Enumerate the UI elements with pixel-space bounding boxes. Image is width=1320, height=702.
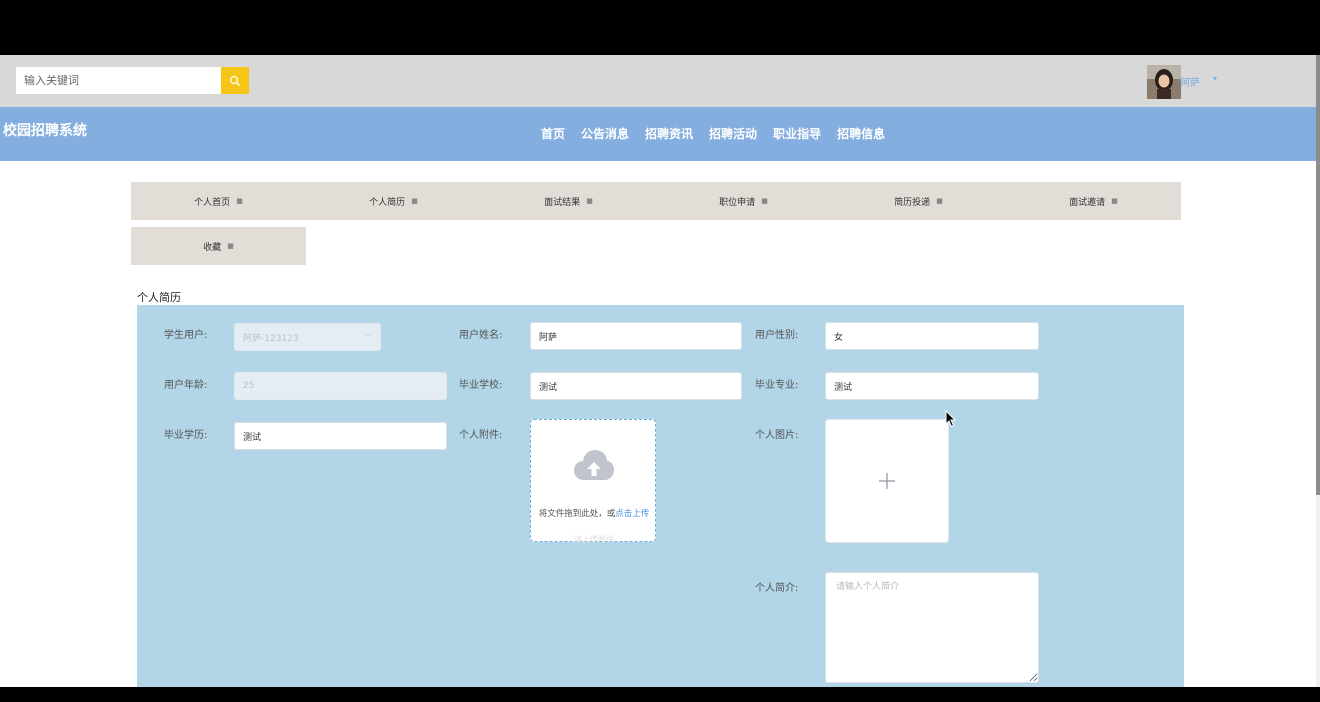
sub-menu-label: 职位申请: [719, 197, 756, 208]
sub-menu-item-job-applications[interactable]: 职位申请 ■: [656, 182, 831, 220]
chevron-down-icon[interactable]: ▾: [1213, 74, 1217, 83]
plus-icon: [879, 473, 895, 489]
photo-label: 个人图片:: [755, 430, 799, 441]
page: 阿萨 ▾ 校园招聘系统 首页 公告消息 招聘资讯 招聘活动 职业指导 招聘信息 …: [0, 55, 1320, 687]
sub-menu-label: 面试邀请: [1069, 197, 1106, 208]
attachment-label: 个人附件:: [459, 430, 503, 441]
sub-menu: 个人首页 ■ 个人简历 ■ 面试结果 ■ 职位申请 ■ 简历投递 ■ 面试邀请 ■: [131, 182, 1181, 220]
nav-item-announcements[interactable]: 公告消息: [573, 125, 637, 142]
user-name[interactable]: 阿萨: [1180, 74, 1200, 89]
student-user-select[interactable]: 阿萨-123123 ﹀: [234, 323, 381, 351]
major-field[interactable]: 测试: [825, 372, 1039, 400]
menu-item-icon: ■: [411, 197, 418, 205]
sub-menu-item-favorites[interactable]: 收藏 ■: [131, 227, 306, 265]
photo-upload[interactable]: [825, 419, 949, 543]
school-label: 毕业学校:: [459, 380, 503, 391]
section-title: 个人简历: [137, 291, 181, 304]
intro-label: 个人简介:: [755, 583, 799, 594]
chevron-down-icon: ﹀: [364, 333, 372, 342]
sub-menu-label: 收藏: [203, 242, 222, 253]
gender-value: 女: [834, 332, 844, 343]
sub-menu-item-resume[interactable]: 个人简历 ■: [306, 182, 481, 220]
menu-item-icon: ■: [1111, 197, 1118, 205]
nav-menu: 首页 公告消息 招聘资讯 招聘活动 职业指导 招聘信息: [533, 125, 893, 142]
name-value: 阿萨: [539, 332, 558, 343]
sub-menu-item-personal-home[interactable]: 个人首页 ■: [131, 182, 306, 220]
page-scrollbar[interactable]: [1316, 55, 1320, 687]
file-upload-dropzone[interactable]: 将文件拖到此处，或点击上传 请上传附件: [530, 419, 657, 544]
student-user-value: 阿萨-123123: [243, 333, 299, 344]
sub-menu-item-interview-invitations[interactable]: 面试邀请 ■: [1006, 182, 1181, 220]
age-value: 25: [243, 381, 255, 391]
major-label: 毕业专业:: [755, 380, 799, 391]
nav-item-recruit-events[interactable]: 招聘活动: [701, 125, 765, 142]
gender-label: 用户性别:: [755, 330, 799, 341]
sub-menu-label: 个人首页: [194, 197, 231, 208]
sub-menu-label: 个人简历: [369, 197, 406, 208]
student-user-label: 学生用户:: [164, 330, 208, 341]
nav-item-job-info[interactable]: 招聘信息: [829, 125, 893, 142]
menu-item-icon: ■: [936, 197, 943, 205]
menu-item-icon: ■: [227, 242, 234, 250]
top-bar: 阿萨 ▾: [0, 55, 1316, 107]
sub-menu-row-2: 收藏 ■: [131, 227, 306, 265]
menu-item-icon: ■: [586, 197, 593, 205]
site-title: 校园招聘系统: [3, 123, 87, 139]
menu-item-icon: ■: [236, 197, 243, 205]
nav-item-recruit-news[interactable]: 招聘资讯: [637, 125, 701, 142]
scrollbar-thumb[interactable]: [1316, 55, 1320, 495]
sub-menu-label: 面试结果: [544, 197, 581, 208]
name-field[interactable]: 阿萨: [530, 322, 742, 350]
degree-label: 毕业学历:: [164, 430, 208, 441]
gender-field[interactable]: 女: [825, 322, 1039, 350]
upload-hint-text: 将文件拖到此处，或: [538, 509, 616, 519]
intro-textarea[interactable]: [825, 572, 1039, 683]
avatar-image: [1147, 65, 1181, 99]
upload-hint: 将文件拖到此处，或点击上传: [531, 507, 657, 519]
nav-item-career-guidance[interactable]: 职业指导: [765, 125, 829, 142]
upload-tip: 请上传附件: [574, 535, 614, 544]
age-label: 用户年龄:: [164, 380, 208, 391]
major-value: 测试: [834, 382, 853, 393]
resume-form: 学生用户: 阿萨-123123 ﹀ 用户姓名: 阿萨 用户性别: 女 用户年龄:…: [137, 305, 1184, 687]
avatar[interactable]: [1147, 65, 1181, 99]
sub-menu-item-interview-results[interactable]: 面试结果 ■: [481, 182, 656, 220]
search-button[interactable]: [221, 67, 249, 94]
sub-menu-label: 简历投递: [894, 197, 931, 208]
degree-field[interactable]: 测试: [234, 422, 447, 450]
search-input[interactable]: [16, 67, 221, 94]
name-label: 用户姓名:: [459, 330, 503, 341]
search-icon: [229, 75, 240, 86]
age-field[interactable]: 25: [234, 372, 447, 400]
nav-bar: 校园招聘系统 首页 公告消息 招聘资讯 招聘活动 职业指导 招聘信息: [0, 107, 1316, 161]
upload-link[interactable]: 点击上传: [615, 509, 649, 519]
degree-value: 测试: [243, 432, 262, 443]
school-field[interactable]: 测试: [530, 372, 742, 400]
sub-menu-item-resume-submissions[interactable]: 简历投递 ■: [831, 182, 1006, 220]
cloud-upload-icon: [574, 450, 614, 480]
nav-item-home[interactable]: 首页: [533, 125, 573, 142]
mouse-cursor-icon: [945, 410, 957, 428]
school-value: 测试: [539, 382, 558, 393]
menu-item-icon: ■: [761, 197, 768, 205]
